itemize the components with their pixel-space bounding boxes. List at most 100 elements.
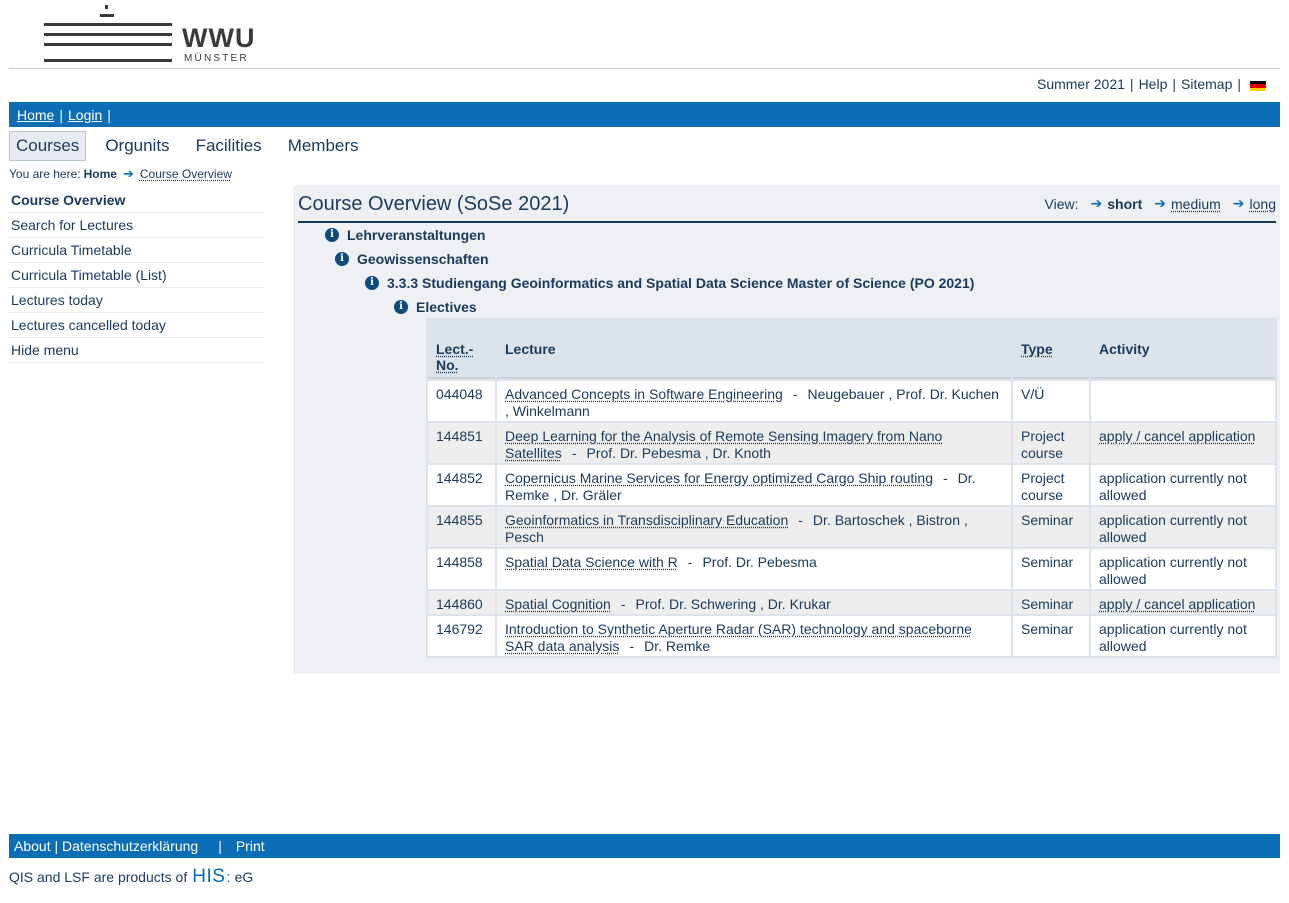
column-header-lecture: Lecture	[497, 320, 1011, 379]
sort-no-link[interactable]: Lect.-No.	[436, 341, 480, 373]
arrow-right-icon: ➔	[1232, 195, 1245, 211]
table-row: 144858 Spatial Data Science with R - Prof. …	[428, 549, 1275, 589]
separator: -	[942, 470, 948, 486]
sidebar-item-curricula-timetable-list[interactable]: Curricula Timetable (List)	[9, 263, 263, 288]
lecture-type: Seminar	[1013, 507, 1089, 547]
lecture-number: 146792	[428, 616, 495, 656]
logo-mark	[44, 43, 172, 46]
lecture-type: Seminar	[1013, 616, 1089, 656]
his-logo-mark: :	[226, 869, 231, 886]
separator: |	[107, 106, 111, 123]
view-long-link[interactable]: long	[1250, 196, 1276, 212]
breadcrumb-home[interactable]: Home	[84, 167, 117, 181]
sidebar-item-lectures-today[interactable]: Lectures today	[9, 288, 263, 313]
column-header-type[interactable]: Type	[1013, 320, 1089, 379]
footer-about-link[interactable]: About | Datenschutzerklärung	[14, 838, 198, 854]
separator: -	[571, 445, 577, 461]
logo-mark	[44, 59, 172, 62]
german-flag-icon[interactable]	[1250, 80, 1266, 92]
logo-mark	[100, 14, 114, 17]
breadcrumb-prefix: You are here:	[9, 167, 81, 181]
info-icon[interactable]: i	[325, 228, 339, 242]
arrow-right-icon: ➔	[1154, 195, 1166, 211]
separator: |	[218, 838, 222, 854]
logo-mark	[44, 23, 172, 26]
view-medium-link[interactable]: medium	[1171, 196, 1221, 212]
separator: -	[629, 638, 635, 654]
logo-subtitle: MÜNSTER	[184, 53, 249, 64]
lecture-title-link[interactable]: Geoinformatics in Transdisciplinary Educ…	[505, 512, 788, 528]
logo-mark	[44, 33, 172, 36]
lecture-title-link[interactable]: Advanced Concepts in Software Engineerin…	[505, 386, 783, 402]
separator: -	[792, 386, 798, 402]
logo-mark	[105, 5, 108, 9]
separator: -	[620, 596, 626, 612]
separator: |	[1172, 76, 1176, 92]
tree-label: Lehrveranstaltungen	[347, 227, 486, 243]
lecture-number: 144852	[428, 465, 495, 505]
column-header-no[interactable]: Lect.-No.	[428, 320, 495, 379]
lecture-title-link[interactable]: Introduction to Synthetic Aperture Radar…	[505, 621, 972, 654]
table-header-row: Lect.-No. Lecture Type Activity	[428, 320, 1275, 379]
lecture-title-link[interactable]: Spatial Data Science with R	[505, 554, 678, 570]
table-row: 144860 Spatial Cognition - Prof. Dr. Schwer…	[428, 591, 1275, 614]
wwu-logo[interactable]: WWU MÜNSTER	[44, 3, 256, 65]
tab-courses[interactable]: Courses	[9, 131, 87, 161]
tab-members[interactable]: Members	[281, 131, 366, 161]
view-label: View:	[1044, 195, 1079, 212]
lecture-number: 144858	[428, 549, 495, 589]
info-icon[interactable]: i	[365, 276, 379, 290]
separator: |	[1129, 76, 1134, 92]
sidebar-item-lectures-cancelled[interactable]: Lectures cancelled today	[9, 313, 263, 338]
sidebar-item-course-overview[interactable]: Course Overview	[9, 188, 263, 213]
semester-link[interactable]: Summer 2021	[1037, 76, 1125, 92]
info-icon[interactable]: i	[394, 300, 408, 314]
lecturer-names: Prof. Dr. Pebesma , Dr. Knoth	[586, 445, 771, 461]
login-link[interactable]: Login	[68, 107, 102, 123]
tab-facilities[interactable]: Facilities	[189, 131, 269, 161]
tree-node-electives: i Electives	[394, 299, 477, 315]
apply-cancel-link[interactable]: apply / cancel application	[1099, 428, 1255, 444]
table-row: 144852 Copernicus Marine Services for Ene…	[428, 465, 1275, 505]
sidebar-item-search-lectures[interactable]: Search for Lectures	[9, 213, 263, 238]
main-content: Course Overview (SoSe 2021) View: ➔ shor…	[293, 185, 1280, 674]
sitemap-link[interactable]: Sitemap	[1181, 76, 1232, 92]
tree-node-lehrveranstaltungen: i Lehrveranstaltungen	[325, 227, 485, 243]
his-logo[interactable]: HIS	[192, 866, 225, 888]
breadcrumb-current[interactable]: Course Overview	[140, 167, 232, 181]
lecturer-names: Prof. Dr. Schwering , Dr. Krukar	[635, 596, 831, 612]
sidebar-item-curricula-timetable[interactable]: Curricula Timetable	[9, 238, 263, 263]
page-title: Course Overview (SoSe 2021)	[298, 193, 570, 215]
activity-status: application currently not allowed	[1099, 554, 1247, 587]
lecture-cell: Spatial Data Science with R - Prof. Dr. Pe…	[497, 549, 1011, 589]
separator: -	[687, 554, 693, 570]
main-tabs: Courses Orgunits Facilities Members	[9, 131, 378, 161]
tree-label: Geowissenschaften	[357, 251, 489, 267]
lecture-title-link[interactable]: Spatial Cognition	[505, 596, 611, 612]
home-link[interactable]: Home	[17, 107, 54, 123]
lecture-cell: Copernicus Marine Services for Energy op…	[497, 465, 1011, 505]
flag-stripe-gold	[1250, 87, 1266, 92]
tab-orgunits[interactable]: Orgunits	[98, 131, 176, 161]
footer-bar: About | Datenschutzerklärung | Print	[9, 834, 1280, 858]
view-selector: View: ➔ short ➔ medium ➔ long	[1045, 195, 1276, 212]
apply-cancel-link[interactable]: apply / cancel application	[1099, 596, 1255, 612]
help-link[interactable]: Help	[1139, 76, 1168, 92]
sidebar-item-hide-menu[interactable]: Hide menu	[9, 338, 263, 363]
activity-cell: apply / cancel application	[1091, 591, 1275, 614]
tree-node-geowissenschaften: i Geowissenschaften	[335, 251, 489, 267]
tree-node-studiengang: i 3.3.3 Studiengang Geoinformatics and S…	[365, 275, 974, 291]
table-row: 044048 Advanced Concepts in Software Engi…	[428, 381, 1275, 421]
activity-status: application currently not allowed	[1099, 512, 1247, 545]
lecture-number: 144860	[428, 591, 495, 614]
tree-label: Electives	[416, 299, 477, 315]
footer-print-link[interactable]: Print	[236, 838, 265, 854]
arrow-right-icon: ➔	[122, 166, 134, 181]
lecture-title-link[interactable]: Copernicus Marine Services for Energy op…	[505, 470, 933, 486]
lecture-cell: Geoinformatics in Transdisciplinary Educ…	[497, 507, 1011, 547]
activity-cell: application currently not allowed	[1091, 616, 1275, 656]
info-icon[interactable]: i	[335, 252, 349, 266]
footer-credits: QIS and LSF are products of HIS : eG	[9, 866, 253, 888]
sort-type-link[interactable]: Type	[1021, 341, 1053, 357]
lecture-number: 044048	[428, 381, 495, 421]
